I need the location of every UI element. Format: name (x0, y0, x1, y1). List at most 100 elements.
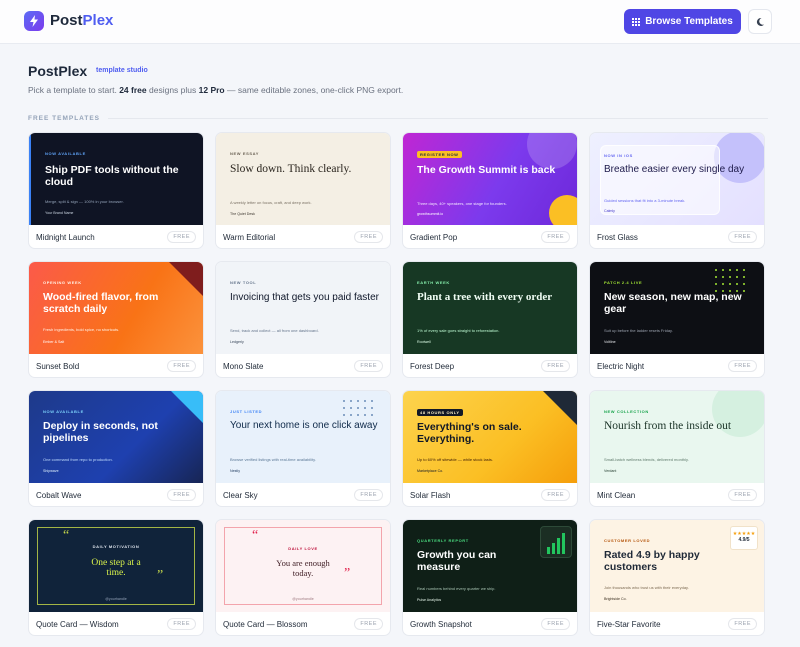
template-card-clear-sky[interactable]: JUST LISTED Your next home is one click … (215, 390, 391, 507)
preview-footer: The Quiet Desk (230, 212, 255, 216)
template-card-electric-night[interactable]: PATCH 2.4 LIVE New season, new map, new … (589, 261, 765, 378)
preview-kicker: REGISTER NOW (417, 151, 462, 158)
preview-headline: The Growth Summit is back (417, 164, 556, 176)
template-preview: REGISTER NOW The Growth Summit is back T… (403, 133, 577, 225)
decor-circle (549, 195, 577, 225)
template-preview: OPENING WEEK Wood-fired flavor, from scr… (29, 262, 203, 354)
page-subtitle: Pick a template to start. 24 free design… (28, 85, 403, 95)
template-preview: NOW AVAILABLE Ship PDF tools without the… (29, 133, 203, 225)
tier-badge: FREE (167, 618, 196, 630)
preview-body: Send, track and collect — all from one d… (230, 328, 319, 333)
preview-kicker: NOW AVAILABLE (45, 151, 86, 156)
preview-footer: Shipwave (43, 469, 59, 473)
moon-icon (756, 17, 764, 26)
card-footer: Midnight Launch FREE (29, 225, 203, 248)
brand-text: Post (50, 12, 83, 29)
card-footer: Mono Slate FREE (216, 354, 390, 377)
tier-badge: FREE (167, 231, 196, 243)
template-card-midnight-launch[interactable]: NOW AVAILABLE Ship PDF tools without the… (28, 132, 204, 249)
preview-footer: Brightside Co. (604, 597, 627, 601)
preview-footer: @yourhandle (105, 597, 127, 601)
preview-kicker: NOW IN iOS (604, 153, 633, 158)
template-name: Warm Editorial (223, 233, 276, 242)
template-preview: NEW COLLECTION Nourish from the inside o… (590, 391, 764, 483)
template-card-mint-clean[interactable]: NEW COLLECTION Nourish from the inside o… (589, 390, 765, 507)
preview-kicker: OPENING WEEK (43, 280, 82, 285)
preview-headline: New season, new map, new gear (604, 291, 742, 316)
preview-footer: growthsummit.io (417, 212, 444, 216)
close-quote-icon: ” (157, 568, 164, 583)
rating-value: 4.9/5 (738, 537, 750, 543)
card-footer: Clear Sky FREE (216, 483, 390, 506)
preview-headline: Everything's on sale. Everything. (417, 421, 522, 446)
preview-body: Merge, split & sign — 100% in your brows… (45, 199, 124, 204)
rating-panel: ★★★★★ 4.9/5 (730, 526, 758, 550)
theme-toggle-button[interactable] (748, 9, 772, 34)
card-footer: Sunset Bold FREE (29, 354, 203, 377)
template-card-solar-flash[interactable]: 48 HOURS ONLY Everything's on sale. Ever… (402, 390, 578, 507)
preview-body: Three days, 40+ speakers, one stage for … (417, 201, 507, 206)
template-card-gradient-pop[interactable]: REGISTER NOW The Growth Summit is back T… (402, 132, 578, 249)
template-card-cobalt-wave[interactable]: NOW AVAILABLE Deploy in seconds, not pip… (28, 390, 204, 507)
preview-quote: You are enough today. (276, 558, 330, 579)
bolt-icon[interactable] (24, 11, 44, 31)
tier-badge: FREE (167, 360, 196, 372)
tier-badge: FREE (354, 231, 383, 243)
brand-logo[interactable]: PostPlex (50, 12, 113, 29)
card-footer: Warm Editorial FREE (216, 225, 390, 248)
card-footer: Frost Glass FREE (590, 225, 764, 248)
preview-body: Up to 60% off sitewide — while stock las… (417, 457, 493, 462)
template-card-growth-snapshot[interactable]: QUARTERLY REPORT Growth you can measure … (402, 519, 578, 636)
preview-headline: Invoicing that gets you paid faster (230, 292, 379, 303)
tier-badge: FREE (541, 360, 570, 372)
template-name: Solar Flash (410, 491, 451, 500)
top-bar: PostPlex Browse Templates (0, 0, 800, 44)
preview-headline: Wood-fired flavor, from scratch daily (43, 291, 159, 316)
preview-kicker: CUSTOMER LOVED (604, 538, 651, 543)
tier-badge: FREE (728, 360, 757, 372)
grid-icon (632, 17, 641, 26)
subtitle-text: designs plus (149, 85, 197, 95)
preview-headline: Your next home is one click away (230, 420, 378, 431)
preview-footer: Pulse Analytics (417, 598, 442, 602)
preview-body: Fresh ingredients, bold spice, no shortc… (43, 327, 120, 332)
preview-footer: Ledgerly (230, 340, 244, 344)
preview-headline: Breathe easier every single day (604, 164, 745, 175)
section-divider (108, 118, 768, 119)
template-card-forest-deep[interactable]: EARTH WEEK Plant a tree with every order… (402, 261, 578, 378)
tier-badge: FREE (354, 360, 383, 372)
template-card-frost-glass[interactable]: NOW IN iOS Breathe easier every single d… (589, 132, 765, 249)
preview-kicker: DAILY MOTIVATION (92, 544, 140, 549)
template-name: Frost Glass (597, 233, 638, 242)
template-name: Midnight Launch (36, 233, 95, 242)
card-footer: Quote Card — Blossom FREE (216, 612, 390, 635)
preview-footer: Rootwell (417, 340, 431, 344)
template-name: Sunset Bold (36, 362, 80, 371)
template-preview: NEW ESSAY Slow down. Think clearly. A we… (216, 133, 390, 225)
preview-headline: Deploy in seconds, not pipelines (43, 420, 158, 445)
template-card-five-star-favorite[interactable]: ★★★★★ 4.9/5 CUSTOMER LOVED Rated 4.9 by … (589, 519, 765, 636)
template-preview: “ ” DAILY MOTIVATION One step at a time.… (29, 520, 203, 612)
decor-circle (714, 133, 764, 183)
tier-badge: FREE (541, 618, 570, 630)
preview-body: Suit up before the ladder resets Friday. (604, 328, 673, 333)
close-quote-icon: ” (344, 566, 351, 581)
tier-badge: FREE (728, 618, 757, 630)
preview-headline: Plant a tree with every order (417, 291, 553, 303)
template-name: Electric Night (597, 362, 645, 371)
tier-badge: FREE (541, 231, 570, 243)
preview-footer: @yourhandle (292, 597, 314, 601)
preview-body: Small-batch wellness blends, delivered m… (604, 457, 689, 462)
preview-footer: Nestly (230, 469, 240, 473)
preview-kicker: PATCH 2.4 LIVE (604, 280, 643, 285)
tier-badge: FREE (728, 231, 757, 243)
template-name: Gradient Pop (410, 233, 458, 242)
template-card-mono-slate[interactable]: NEW TOOL Invoicing that gets you paid fa… (215, 261, 391, 378)
template-card-warm-editorial[interactable]: NEW ESSAY Slow down. Think clearly. A we… (215, 132, 391, 249)
template-card-quote-wisdom[interactable]: “ ” DAILY MOTIVATION One step at a time.… (28, 519, 204, 636)
browse-templates-button[interactable]: Browse Templates (624, 9, 741, 34)
template-name: Quote Card — Wisdom (36, 620, 119, 629)
template-card-sunset-bold[interactable]: OPENING WEEK Wood-fired flavor, from scr… (28, 261, 204, 378)
template-card-quote-blossom[interactable]: “ ” DAILY LOVE You are enough today. @yo… (215, 519, 391, 636)
preview-headline: Slow down. Think clearly. (230, 163, 352, 175)
